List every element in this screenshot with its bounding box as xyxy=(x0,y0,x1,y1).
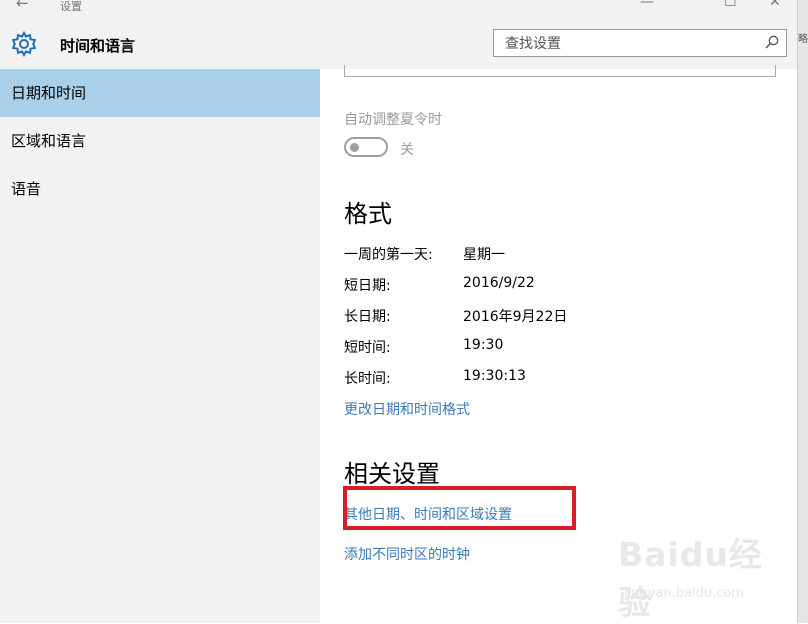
sidebar-item-region-language[interactable]: 区域和语言 xyxy=(0,117,320,165)
window-title: 设置 xyxy=(60,0,82,13)
search-icon[interactable] xyxy=(764,34,780,50)
back-arrow-icon[interactable]: ← xyxy=(16,0,29,12)
dst-toggle-state: 关 xyxy=(400,142,414,158)
search-input[interactable] xyxy=(503,35,747,53)
long-time-label: 长时间: xyxy=(344,371,391,387)
related-settings-heading: 相关设置 xyxy=(344,460,440,488)
title-bar: ← 设置 — ☐ ✕ xyxy=(0,0,797,14)
add-clock-link[interactable]: 添加不同时区的时钟 xyxy=(344,544,470,564)
change-format-link[interactable]: 更改日期和时间格式 xyxy=(344,399,470,419)
close-button[interactable]: ✕ xyxy=(769,0,781,10)
baidu-watermark: Baidu经验 jingyan.baidu.com xyxy=(618,528,766,622)
dst-label: 自动调整夏令时 xyxy=(344,112,442,128)
gear-icon xyxy=(11,31,37,57)
short-date-label: 短日期: xyxy=(344,278,391,294)
dst-toggle[interactable] xyxy=(344,137,388,157)
short-time-value: 19:30 xyxy=(463,337,504,353)
watermark-brand: Baidu经验 xyxy=(618,535,763,622)
long-date-value: 2016年9月22日 xyxy=(463,309,568,325)
background-window-text: 略 xyxy=(798,34,808,45)
first-day-value: 星期一 xyxy=(463,247,505,263)
highlight-box xyxy=(343,486,576,530)
long-time-value: 19:30:13 xyxy=(463,368,526,384)
long-date-label: 长日期: xyxy=(344,309,391,325)
format-heading: 格式 xyxy=(344,200,392,228)
sidebar-item-date-time[interactable]: 日期和时间 xyxy=(0,69,320,117)
search-box[interactable] xyxy=(493,29,787,57)
toggle-knob xyxy=(350,143,359,152)
header: 时间和语言 xyxy=(0,14,797,69)
short-time-label: 短时间: xyxy=(344,340,391,356)
sidebar-item-speech[interactable]: 语音 xyxy=(0,165,320,213)
short-date-value: 2016/9/22 xyxy=(463,275,535,291)
timezone-dropdown-edge[interactable] xyxy=(344,65,776,77)
sidebar: 日期和时间 区域和语言 语音 xyxy=(0,69,320,623)
maximize-button[interactable]: ☐ xyxy=(724,0,737,10)
watermark-url: jingyan.baidu.com xyxy=(624,586,744,601)
background-window-edge: 略 xyxy=(797,0,808,623)
page-title: 时间和语言 xyxy=(60,37,136,55)
first-day-label: 一周的第一天: xyxy=(344,247,433,263)
minimize-button[interactable]: — xyxy=(640,0,654,10)
